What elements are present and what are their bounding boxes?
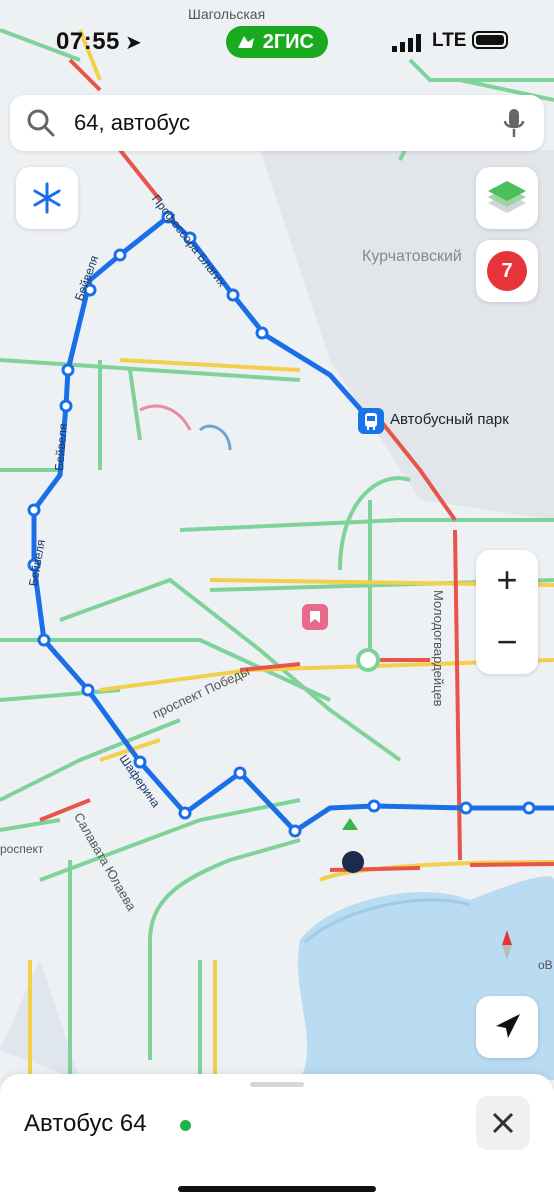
layers-icon: [488, 181, 526, 213]
status-bar: 07:55 ➤ 2ГИС LTE: [0, 18, 554, 64]
zoom-in-button[interactable]: +: [476, 550, 538, 612]
snowflake-icon: [33, 182, 61, 214]
compass-icon: [502, 930, 512, 960]
map-label-district: Курчатовский: [362, 248, 462, 265]
search-bar[interactable]: 64, автобус: [10, 95, 544, 151]
map-canvas[interactable]: [0, 0, 554, 1080]
compass-button[interactable]: [476, 914, 538, 976]
traffic-button[interactable]: 7: [476, 240, 538, 302]
bus-stop-icon[interactable]: [358, 408, 384, 434]
location-arrow-icon: ➤: [125, 32, 142, 54]
route-title: Автобус 64: [24, 1110, 147, 1137]
brand-name: 2ГИС: [262, 31, 314, 53]
brand-badge: 2ГИС: [226, 26, 328, 58]
close-icon: [492, 1112, 514, 1134]
microphone-icon[interactable]: [502, 107, 526, 139]
live-status-dot: [180, 1120, 191, 1131]
winter-mode-button[interactable]: [16, 167, 78, 229]
my-location-button[interactable]: [476, 996, 538, 1058]
map-layers-button[interactable]: [476, 167, 538, 229]
close-button[interactable]: [476, 1096, 530, 1150]
bus-stop-label[interactable]: Автобусный парк: [390, 411, 509, 428]
poi-marker-dark[interactable]: [342, 851, 364, 873]
status-time: 07:55: [56, 28, 120, 55]
brand-logo-icon: [238, 36, 254, 48]
map-label-edge-right: оВ: [538, 958, 553, 972]
map-label-street-right: Молодогвардейцев: [431, 590, 446, 707]
network-label: LTE: [432, 30, 467, 51]
zoom-controls[interactable]: + −: [476, 550, 538, 674]
search-icon: [27, 109, 55, 137]
zoom-out-button[interactable]: −: [476, 612, 538, 674]
search-input[interactable]: 64, автобус: [74, 110, 190, 136]
map-label-edge-left: роспект: [0, 842, 44, 856]
signal-icon: [392, 34, 421, 52]
sheet-handle[interactable]: [250, 1082, 304, 1087]
battery-icon: [472, 31, 508, 49]
traffic-score: 7: [487, 251, 527, 291]
navigation-arrow-icon: [496, 1014, 520, 1038]
home-indicator: [178, 1186, 376, 1192]
map-view[interactable]: Шагольская Курчатовский проспект Победы …: [0, 0, 554, 1080]
route-bottom-sheet[interactable]: Автобус 64: [0, 1074, 554, 1200]
